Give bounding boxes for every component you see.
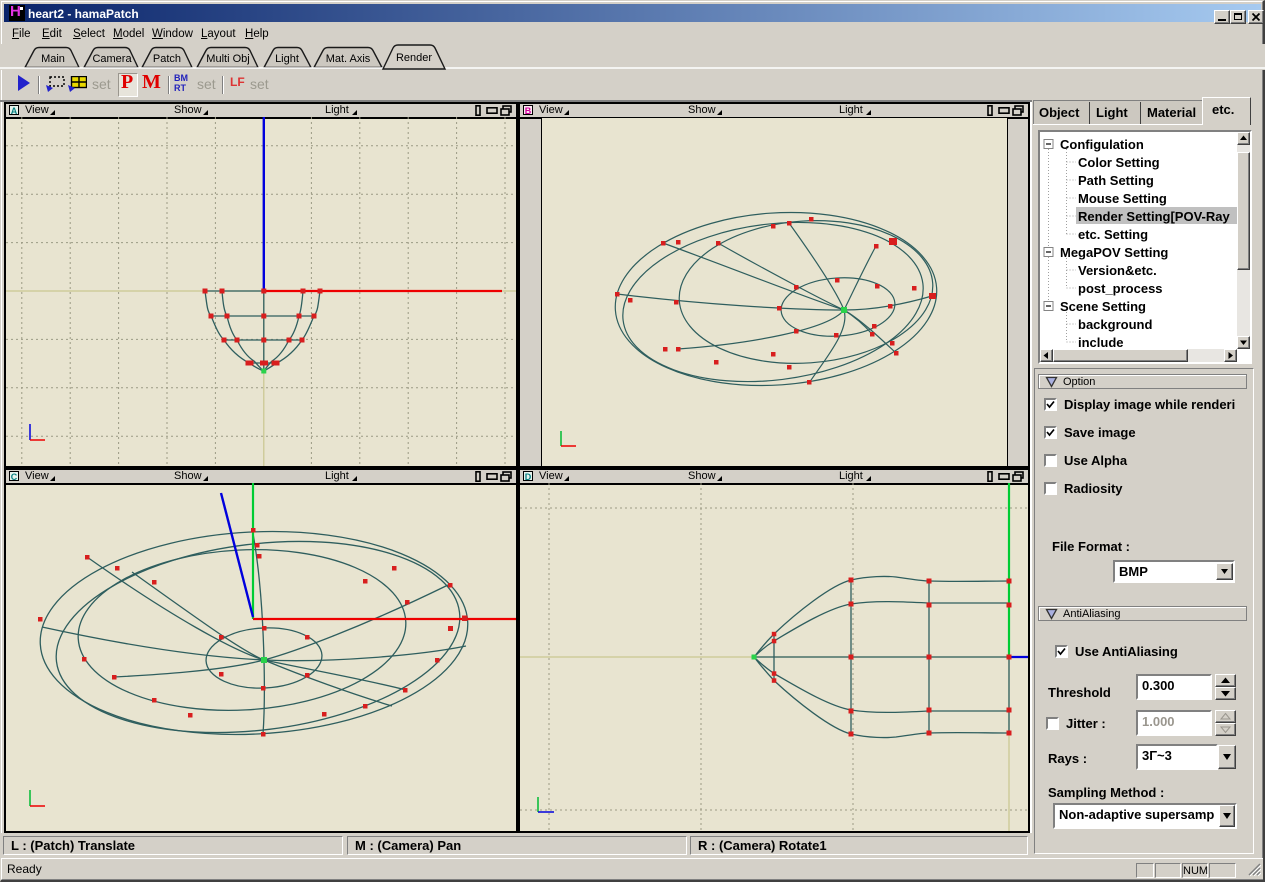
svg-text:Color Setting: Color Setting <box>1078 155 1160 170</box>
svg-text:Path Setting: Path Setting <box>1078 173 1154 188</box>
svg-text:Mouse Setting: Mouse Setting <box>1078 191 1167 206</box>
svg-text:Configulation: Configulation <box>1060 137 1144 152</box>
svg-text:Patch: Patch <box>153 53 181 65</box>
svg-text:Multi Obj: Multi Obj <box>206 53 249 65</box>
svg-text:post_process: post_process <box>1078 281 1163 296</box>
svg-text:Light: Light <box>275 53 299 65</box>
svg-text:background: background <box>1078 317 1152 332</box>
svg-text:etc. Setting: etc. Setting <box>1078 227 1148 242</box>
svg-text:Render Setting[POV-Ray: Render Setting[POV-Ray <box>1078 209 1230 224</box>
svg-text:Camera: Camera <box>92 53 132 65</box>
svg-text:Scene Setting: Scene Setting <box>1060 299 1146 314</box>
svg-text:Main: Main <box>41 53 65 65</box>
svg-text:include: include <box>1078 335 1124 349</box>
svg-text:Render: Render <box>396 52 432 64</box>
svg-text:Version&etc.: Version&etc. <box>1078 263 1157 278</box>
svg-text:MegaPOV Setting: MegaPOV Setting <box>1060 245 1168 260</box>
svg-text:Mat. Axis: Mat. Axis <box>326 53 371 65</box>
